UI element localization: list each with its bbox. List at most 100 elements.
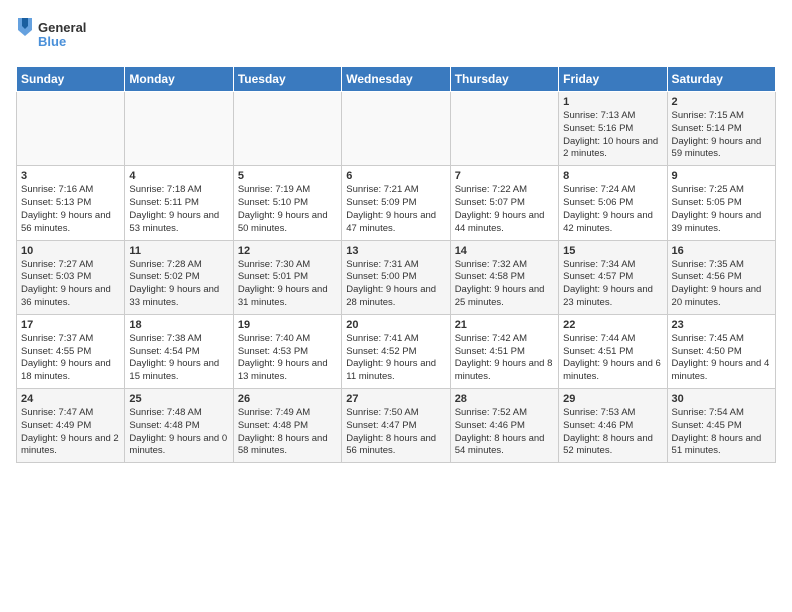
calendar-cell <box>450 92 558 166</box>
calendar-cell <box>125 92 233 166</box>
day-number: 15 <box>563 245 662 257</box>
day-number: 17 <box>21 319 120 331</box>
day-number: 1 <box>563 96 662 108</box>
calendar-cell <box>233 92 341 166</box>
calendar-cell: 14 Sunrise: 7:32 AM Sunset: 4:58 PM Dayli… <box>450 240 558 314</box>
calendar-table: SundayMondayTuesdayWednesdayThursdayFrid… <box>16 66 776 463</box>
calendar-cell: 26 Sunrise: 7:49 AM Sunset: 4:48 PM Dayli… <box>233 389 341 463</box>
logo: General Blue <box>16 16 96 56</box>
calendar-cell: 8 Sunrise: 7:24 AM Sunset: 5:06 PM Daylig… <box>559 166 667 240</box>
day-info: Sunrise: 7:47 AM Sunset: 4:49 PM Dayligh… <box>21 407 120 458</box>
calendar-cell: 4 Sunrise: 7:18 AM Sunset: 5:11 PM Daylig… <box>125 166 233 240</box>
calendar-cell: 25 Sunrise: 7:48 AM Sunset: 4:48 PM Dayli… <box>125 389 233 463</box>
day-number: 25 <box>129 393 228 405</box>
weekday-header: Tuesday <box>233 67 341 92</box>
calendar-week-row: 24Sunrise: 7:47 AM Sunset: 4:49 PM Dayli… <box>17 389 776 463</box>
weekday-header-row: SundayMondayTuesdayWednesdayThursdayFrid… <box>17 67 776 92</box>
day-number: 14 <box>455 245 554 257</box>
day-number: 9 <box>672 170 771 182</box>
calendar-week-row: 1 Sunrise: 7:13 AM Sunset: 5:16 PM Daylig… <box>17 92 776 166</box>
calendar-cell: 5 Sunrise: 7:19 AM Sunset: 5:10 PM Daylig… <box>233 166 341 240</box>
day-info: Sunrise: 7:42 AM Sunset: 4:51 PM Dayligh… <box>455 333 554 384</box>
calendar-cell <box>17 92 125 166</box>
calendar-cell: 12 Sunrise: 7:30 AM Sunset: 5:01 PM Dayli… <box>233 240 341 314</box>
calendar-cell: 18 Sunrise: 7:38 AM Sunset: 4:54 PM Dayli… <box>125 314 233 388</box>
calendar-cell: 1 Sunrise: 7:13 AM Sunset: 5:16 PM Daylig… <box>559 92 667 166</box>
day-info: Sunrise: 7:40 AM Sunset: 4:53 PM Dayligh… <box>238 333 337 384</box>
calendar-cell <box>342 92 450 166</box>
day-info: Sunrise: 7:28 AM Sunset: 5:02 PM Dayligh… <box>129 259 228 310</box>
day-number: 2 <box>672 96 771 108</box>
calendar-cell: 7 Sunrise: 7:22 AM Sunset: 5:07 PM Daylig… <box>450 166 558 240</box>
day-number: 21 <box>455 319 554 331</box>
weekday-header: Saturday <box>667 67 775 92</box>
day-number: 10 <box>21 245 120 257</box>
calendar-cell: 17Sunrise: 7:37 AM Sunset: 4:55 PM Dayli… <box>17 314 125 388</box>
day-number: 13 <box>346 245 445 257</box>
weekday-header: Monday <box>125 67 233 92</box>
day-info: Sunrise: 7:31 AM Sunset: 5:00 PM Dayligh… <box>346 259 445 310</box>
day-number: 11 <box>129 245 228 257</box>
day-info: Sunrise: 7:41 AM Sunset: 4:52 PM Dayligh… <box>346 333 445 384</box>
calendar-cell: 21 Sunrise: 7:42 AM Sunset: 4:51 PM Dayli… <box>450 314 558 388</box>
day-number: 28 <box>455 393 554 405</box>
day-info: Sunrise: 7:21 AM Sunset: 5:09 PM Dayligh… <box>346 184 445 235</box>
calendar-cell: 11 Sunrise: 7:28 AM Sunset: 5:02 PM Dayli… <box>125 240 233 314</box>
calendar-cell: 30Sunrise: 7:54 AM Sunset: 4:45 PM Dayli… <box>667 389 775 463</box>
svg-text:General: General <box>38 20 86 35</box>
calendar-cell: 3 Sunrise: 7:16 AM Sunset: 5:13 PM Daylig… <box>17 166 125 240</box>
day-info: Sunrise: 7:34 AM Sunset: 4:57 PM Dayligh… <box>563 259 662 310</box>
day-info: Sunrise: 7:25 AM Sunset: 5:05 PM Dayligh… <box>672 184 771 235</box>
calendar-cell: 19 Sunrise: 7:40 AM Sunset: 4:53 PM Dayli… <box>233 314 341 388</box>
day-number: 19 <box>238 319 337 331</box>
calendar-cell: 9 Sunrise: 7:25 AM Sunset: 5:05 PM Daylig… <box>667 166 775 240</box>
day-number: 29 <box>563 393 662 405</box>
day-info: Sunrise: 7:30 AM Sunset: 5:01 PM Dayligh… <box>238 259 337 310</box>
day-info: Sunrise: 7:48 AM Sunset: 4:48 PM Dayligh… <box>129 407 228 458</box>
calendar-week-row: 17Sunrise: 7:37 AM Sunset: 4:55 PM Dayli… <box>17 314 776 388</box>
weekday-header: Wednesday <box>342 67 450 92</box>
calendar-cell: 16 Sunrise: 7:35 AM Sunset: 4:56 PM Dayli… <box>667 240 775 314</box>
calendar-cell: 20Sunrise: 7:41 AM Sunset: 4:52 PM Dayli… <box>342 314 450 388</box>
day-number: 16 <box>672 245 771 257</box>
day-number: 12 <box>238 245 337 257</box>
day-info: Sunrise: 7:53 AM Sunset: 4:46 PM Dayligh… <box>563 407 662 458</box>
day-info: Sunrise: 7:50 AM Sunset: 4:47 PM Dayligh… <box>346 407 445 458</box>
calendar-cell: 27 Sunrise: 7:50 AM Sunset: 4:47 PM Dayli… <box>342 389 450 463</box>
day-number: 8 <box>563 170 662 182</box>
calendar-cell: 24Sunrise: 7:47 AM Sunset: 4:49 PM Dayli… <box>17 389 125 463</box>
day-info: Sunrise: 7:44 AM Sunset: 4:51 PM Dayligh… <box>563 333 662 384</box>
calendar-cell: 10Sunrise: 7:27 AM Sunset: 5:03 PM Dayli… <box>17 240 125 314</box>
day-number: 5 <box>238 170 337 182</box>
day-number: 26 <box>238 393 337 405</box>
day-number: 7 <box>455 170 554 182</box>
day-info: Sunrise: 7:16 AM Sunset: 5:13 PM Dayligh… <box>21 184 120 235</box>
day-number: 23 <box>672 319 771 331</box>
day-number: 3 <box>21 170 120 182</box>
day-number: 4 <box>129 170 228 182</box>
day-info: Sunrise: 7:15 AM Sunset: 5:14 PM Dayligh… <box>672 110 771 161</box>
calendar-cell: 13 Sunrise: 7:31 AM Sunset: 5:00 PM Dayli… <box>342 240 450 314</box>
day-info: Sunrise: 7:52 AM Sunset: 4:46 PM Dayligh… <box>455 407 554 458</box>
day-info: Sunrise: 7:22 AM Sunset: 5:07 PM Dayligh… <box>455 184 554 235</box>
calendar-week-row: 3 Sunrise: 7:16 AM Sunset: 5:13 PM Daylig… <box>17 166 776 240</box>
calendar-cell: 15 Sunrise: 7:34 AM Sunset: 4:57 PM Dayli… <box>559 240 667 314</box>
day-info: Sunrise: 7:13 AM Sunset: 5:16 PM Dayligh… <box>563 110 662 161</box>
day-info: Sunrise: 7:19 AM Sunset: 5:10 PM Dayligh… <box>238 184 337 235</box>
day-number: 30 <box>672 393 771 405</box>
day-number: 22 <box>563 319 662 331</box>
day-number: 18 <box>129 319 228 331</box>
logo-svg: General Blue <box>16 16 96 56</box>
weekday-header: Sunday <box>17 67 125 92</box>
day-info: Sunrise: 7:24 AM Sunset: 5:06 PM Dayligh… <box>563 184 662 235</box>
day-info: Sunrise: 7:35 AM Sunset: 4:56 PM Dayligh… <box>672 259 771 310</box>
day-info: Sunrise: 7:45 AM Sunset: 4:50 PM Dayligh… <box>672 333 771 384</box>
day-info: Sunrise: 7:32 AM Sunset: 4:58 PM Dayligh… <box>455 259 554 310</box>
day-info: Sunrise: 7:38 AM Sunset: 4:54 PM Dayligh… <box>129 333 228 384</box>
day-number: 27 <box>346 393 445 405</box>
day-info: Sunrise: 7:18 AM Sunset: 5:11 PM Dayligh… <box>129 184 228 235</box>
page-header: General Blue <box>16 16 776 56</box>
calendar-cell: 22 Sunrise: 7:44 AM Sunset: 4:51 PM Dayli… <box>559 314 667 388</box>
calendar-week-row: 10Sunrise: 7:27 AM Sunset: 5:03 PM Dayli… <box>17 240 776 314</box>
day-info: Sunrise: 7:49 AM Sunset: 4:48 PM Dayligh… <box>238 407 337 458</box>
